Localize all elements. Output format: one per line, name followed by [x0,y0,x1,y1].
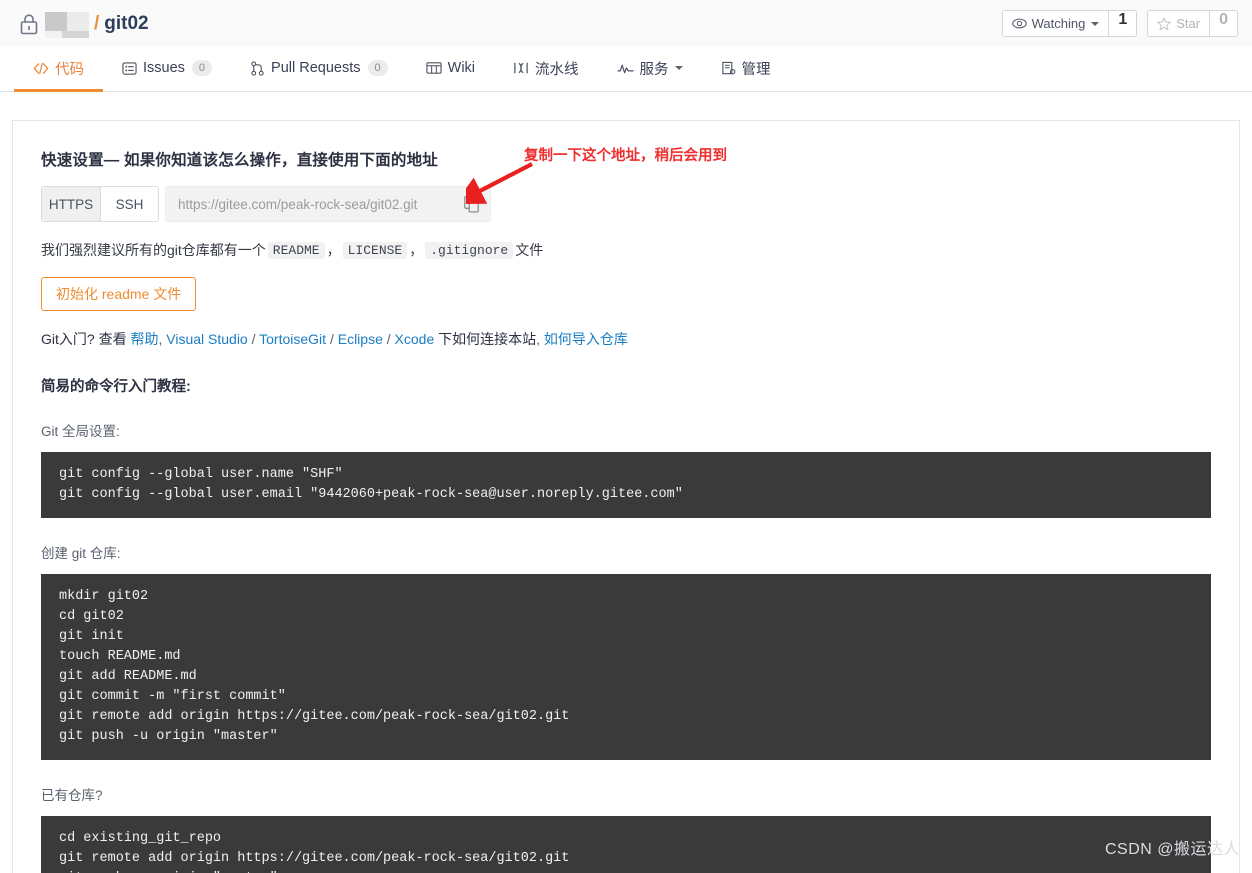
tab-manage[interactable]: 管理 [702,47,790,92]
tab-wiki-label: Wiki [447,60,476,76]
watch-label: Watching [1031,16,1086,31]
recommend-suffix: 文件 [515,242,544,258]
owner-name-redacted[interactable] [45,10,89,38]
quick-setup-card: 快速设置— 如果你知道该怎么操作，直接使用下面的地址 HTTPS SSH htt… [12,120,1240,873]
repo-name[interactable]: git02 [104,13,148,35]
wiki-icon [426,61,442,75]
pipeline-icon [513,61,529,75]
help-comma-1: , [158,331,163,347]
manage-icon [721,61,736,76]
tab-wiki[interactable]: Wiki [407,47,494,92]
tab-manage-label: 管理 [741,61,771,78]
watch-button-group[interactable]: Watching 1 [1001,10,1138,37]
repo-path-separator: / [94,12,100,34]
xcode-link[interactable]: Xcode [395,331,435,347]
tab-service-label: 服务 [639,61,669,78]
recommend-comma-2: ， [409,242,424,258]
code-icon [33,62,49,75]
tab-pipeline[interactable]: 流水线 [494,47,598,92]
tab-pull-requests-badge: 0 [367,60,388,76]
git-intro-lead: Git入门? [41,331,95,347]
tab-pull-requests[interactable]: Pull Requests 0 [231,47,407,92]
star-icon [1157,16,1172,31]
watch-button[interactable]: Watching [1002,11,1109,36]
copy-icon[interactable] [464,195,480,213]
protocol-https-button[interactable]: HTTPS [42,187,100,221]
file-chip-license: LICENSE [342,241,408,259]
help-slash-1: / [251,331,256,347]
help-comma-2: , [536,331,541,347]
repo-header: / git02 Watching 1 Star 0 [0,0,1252,47]
chevron-down-icon [674,66,683,70]
clone-url-field[interactable]: https://gitee.com/peak-rock-sea/git02.gi… [165,186,491,222]
eye-icon [1011,18,1027,29]
chevron-down-icon [1091,21,1100,26]
section-label-global-config: Git 全局设置: [41,424,120,439]
tab-pull-requests-label: Pull Requests [271,60,361,76]
section-label-create-repo: 创建 git 仓库: [41,546,121,561]
tab-issues-badge: 0 [191,60,213,76]
help-slash-3: / [386,331,391,347]
repo-nav-tabs: 代码 Issues 0 Pull Requests 0 Wiki 流水线 服务 … [0,47,1252,92]
tutorial-heading: 简易的命令行入门教程: [41,379,191,395]
clone-url-row: HTTPS SSH https://gitee.com/peak-rock-se… [41,186,1223,222]
tab-code-label: 代码 [55,61,84,78]
help-link[interactable]: 帮助 [130,331,158,347]
tab-code[interactable]: 代码 [14,47,103,92]
star-button-group[interactable]: Star 0 [1147,10,1238,37]
tab-issues[interactable]: Issues 0 [103,47,231,92]
clone-url-value: https://gitee.com/peak-rock-sea/git02.gi… [178,196,418,212]
code-block-existing-repo[interactable]: cd existing_git_repo git remote add orig… [41,816,1211,873]
tab-pipeline-label: 流水线 [535,61,579,78]
star-button[interactable]: Star [1148,11,1210,36]
star-count[interactable]: 0 [1209,11,1237,36]
file-chip-gitignore: .gitignore [425,241,514,259]
protocol-toggle-group: HTTPS SSH [41,186,159,222]
import-repo-link[interactable]: 如何导入仓库 [544,331,628,347]
recommend-files-line: 我们强烈建议所有的git仓库都有一个 README ， LICENSE ， .g… [41,240,1223,260]
tab-issues-label: Issues [143,60,185,76]
watermark: CSDN @搬运达人 [1104,841,1240,858]
pull-request-icon [250,60,265,76]
code-block-global-config[interactable]: git config --global user.name "SHF" git … [41,452,1211,518]
section-label-existing-repo: 已有仓库? [41,788,103,803]
code-block-create-repo[interactable]: mkdir git02 cd git02 git init touch READ… [41,574,1211,760]
visual-studio-link[interactable]: Visual Studio [166,331,247,347]
connect-site-text: 下如何连接本站 [438,331,537,347]
header-actions: Watching 1 Star 0 [1001,10,1238,37]
tortoisegit-link[interactable]: TortoiseGit [259,331,326,347]
lock-icon [18,12,40,36]
eclipse-link[interactable]: Eclipse [338,331,383,347]
help-slash-2: / [329,331,334,347]
recommend-comma-1: ， [326,242,341,258]
git-help-line: Git入门? 查看 帮助, Visual Studio / TortoiseGi… [41,329,1223,349]
init-readme-button[interactable]: 初始化 readme 文件 [41,277,197,311]
git-view-text: 查看 [98,331,127,347]
quick-setup-heading: 快速设置— 如果你知道该怎么操作，直接使用下面的地址 [41,152,439,169]
tab-service[interactable]: 服务 [598,47,702,92]
star-label: Star [1176,16,1201,31]
repo-title: / git02 [18,10,149,38]
file-chip-readme: README [267,241,325,259]
recommend-prefix: 我们强烈建议所有的git仓库都有一个 [41,242,266,258]
watch-count[interactable]: 1 [1108,11,1136,36]
protocol-ssh-button[interactable]: SSH [100,187,158,221]
service-icon [616,62,634,75]
issues-icon [122,61,137,76]
